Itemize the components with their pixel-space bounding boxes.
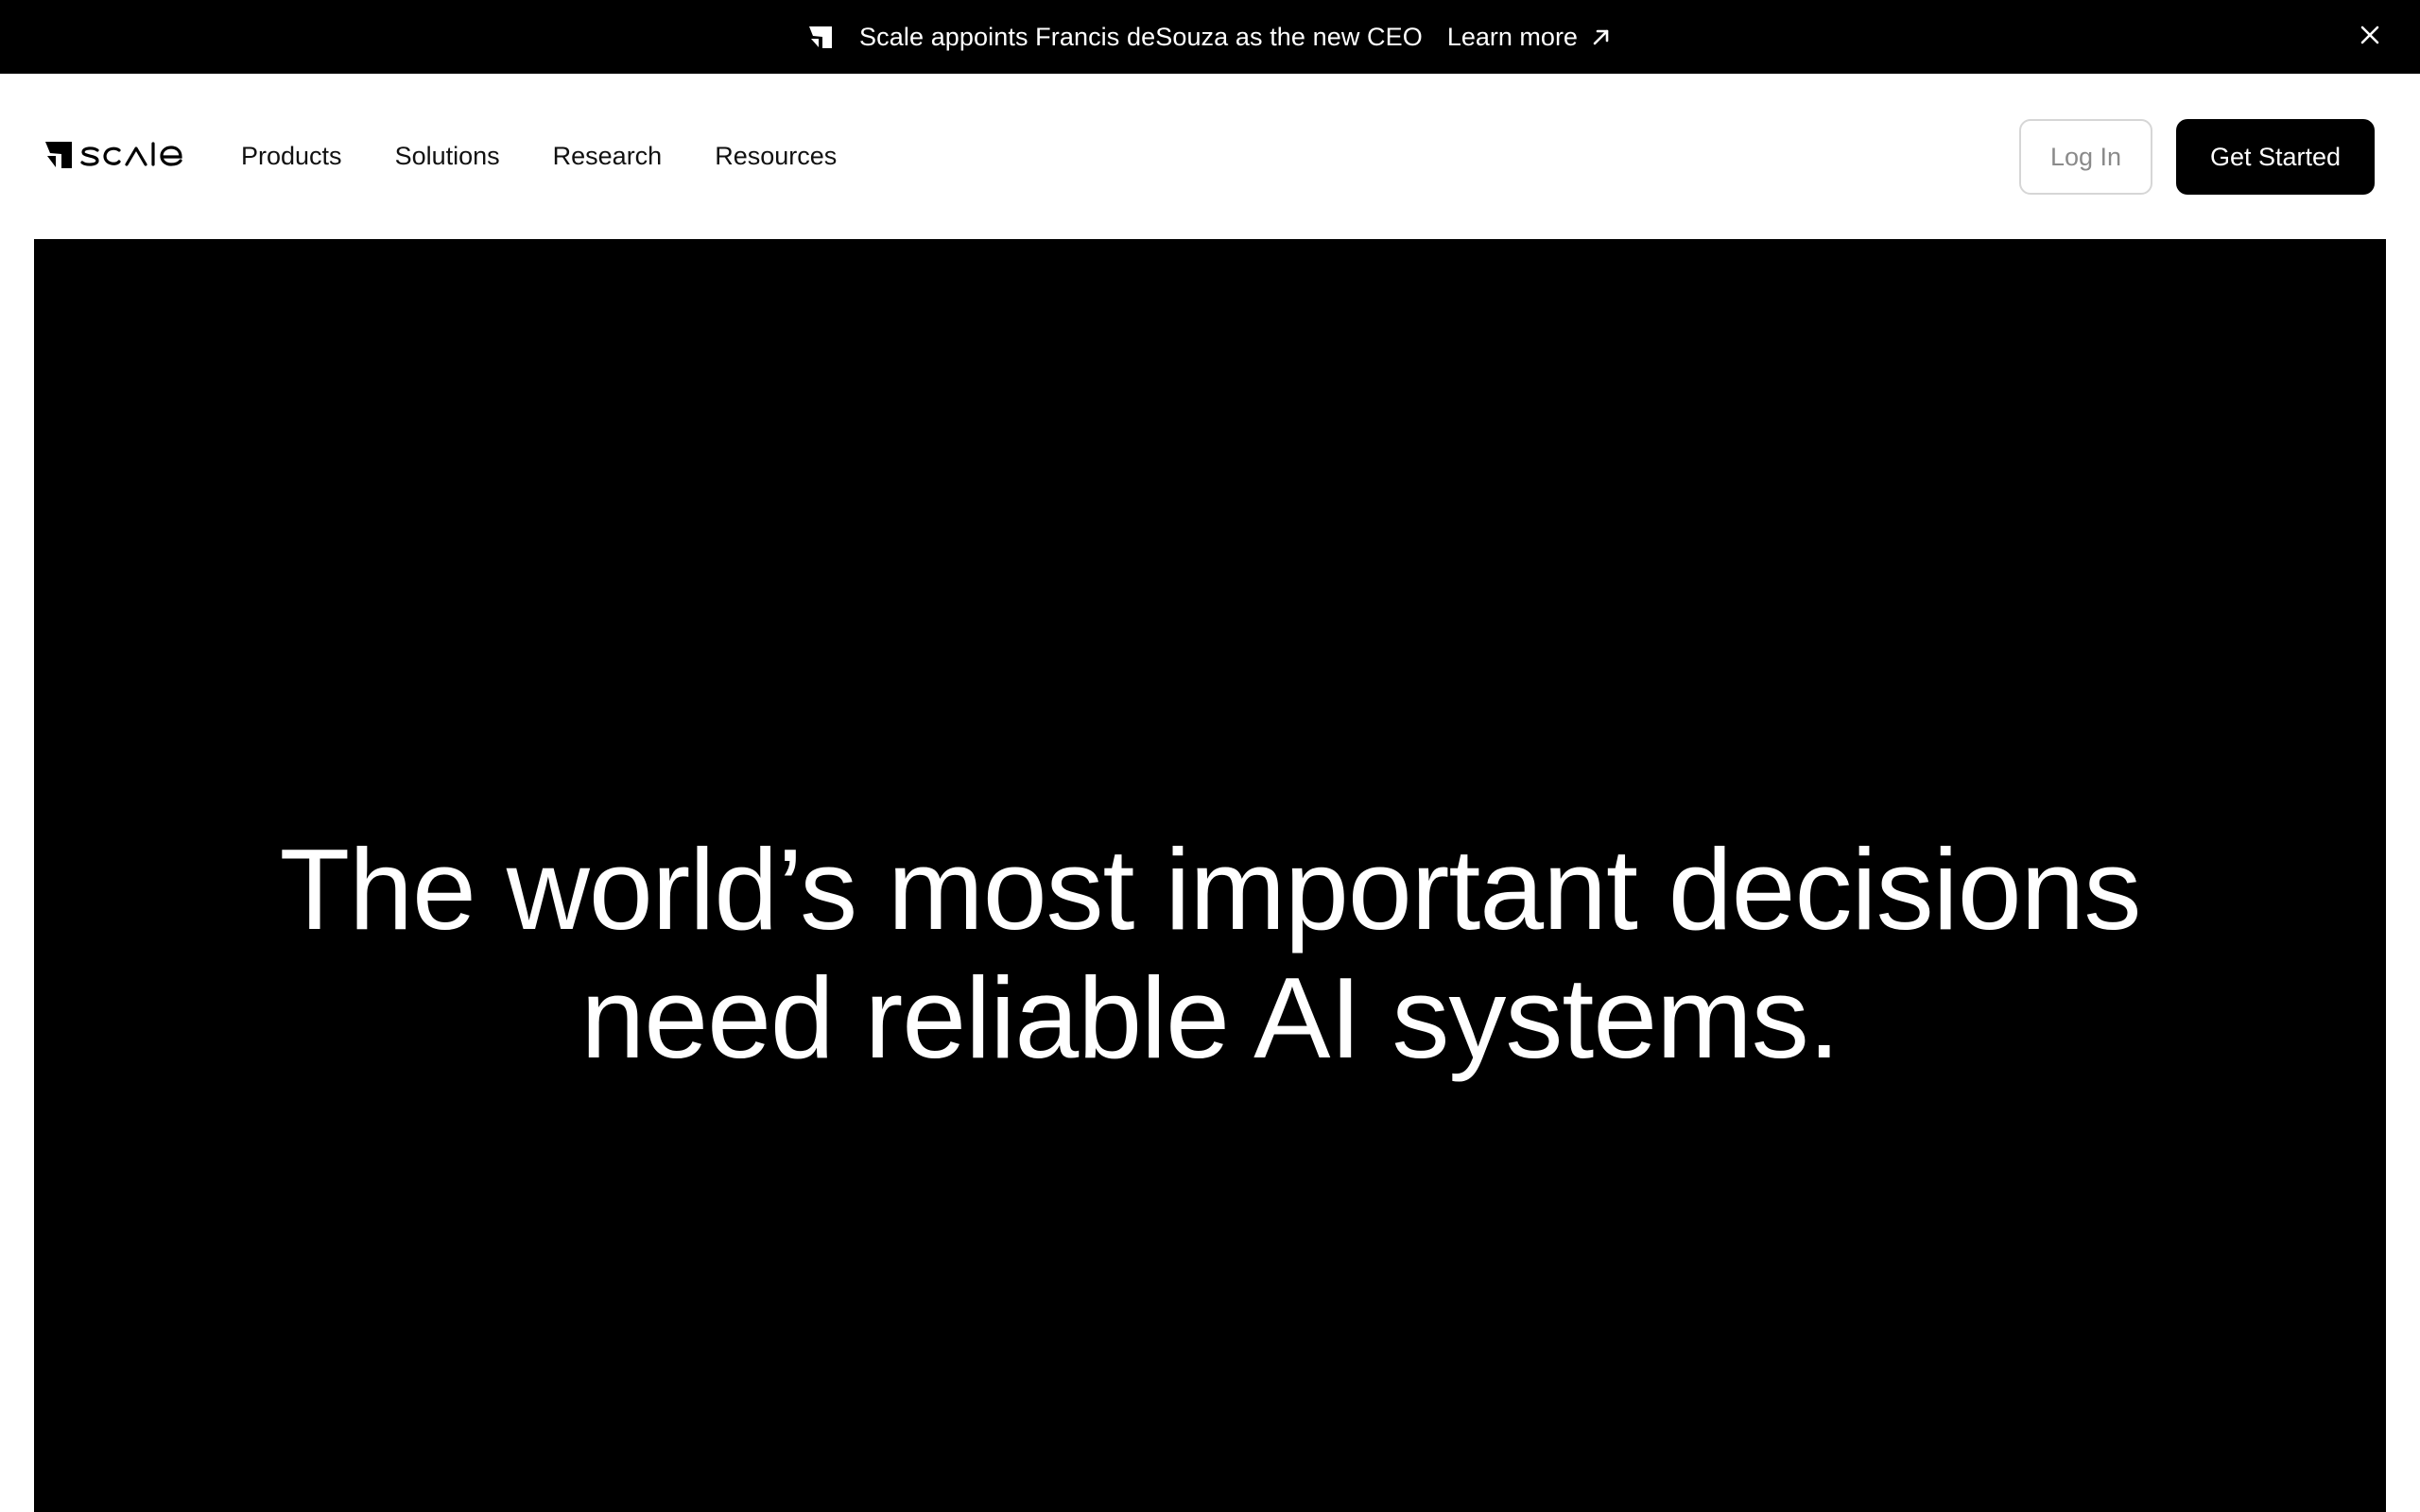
announcement-content: Scale appoints Francis deSouza as the ne… xyxy=(806,23,1614,52)
nav-research[interactable]: Research xyxy=(553,142,663,171)
hero-title-line-2: need reliable AI systems. xyxy=(580,954,1840,1082)
scale-logo[interactable] xyxy=(43,138,199,172)
announcement-bar: Scale appoints Francis deSouza as the ne… xyxy=(0,0,2420,74)
nav-resources[interactable]: Resources xyxy=(715,142,837,171)
hero-title-line-1: The world’s most important decisions xyxy=(279,825,2142,954)
main-nav: Products Solutions Research Resources xyxy=(241,74,890,239)
get-started-button[interactable]: Get Started xyxy=(2176,119,2375,195)
arrow-up-right-icon xyxy=(1589,25,1614,49)
close-icon xyxy=(2360,25,2380,50)
nav-products[interactable]: Products xyxy=(241,142,342,171)
nav-solutions[interactable]: Solutions xyxy=(395,142,500,171)
hero-section: The world’s most important decisions nee… xyxy=(34,239,2386,1512)
scale-mark-icon xyxy=(806,23,835,51)
learn-more-link[interactable]: Learn more xyxy=(1447,23,1614,52)
scale-logo-graphic xyxy=(45,142,182,168)
log-in-button[interactable]: Log In xyxy=(2019,119,2152,195)
hero-title: The world’s most important decisions nee… xyxy=(123,825,2297,1082)
learn-more-label: Learn more xyxy=(1446,22,1578,51)
close-announcement-button[interactable] xyxy=(2356,23,2384,51)
site-header: Products Solutions Research Resources Lo… xyxy=(0,74,2420,239)
announcement-text: Scale appoints Francis deSouza as the ne… xyxy=(859,22,1423,51)
